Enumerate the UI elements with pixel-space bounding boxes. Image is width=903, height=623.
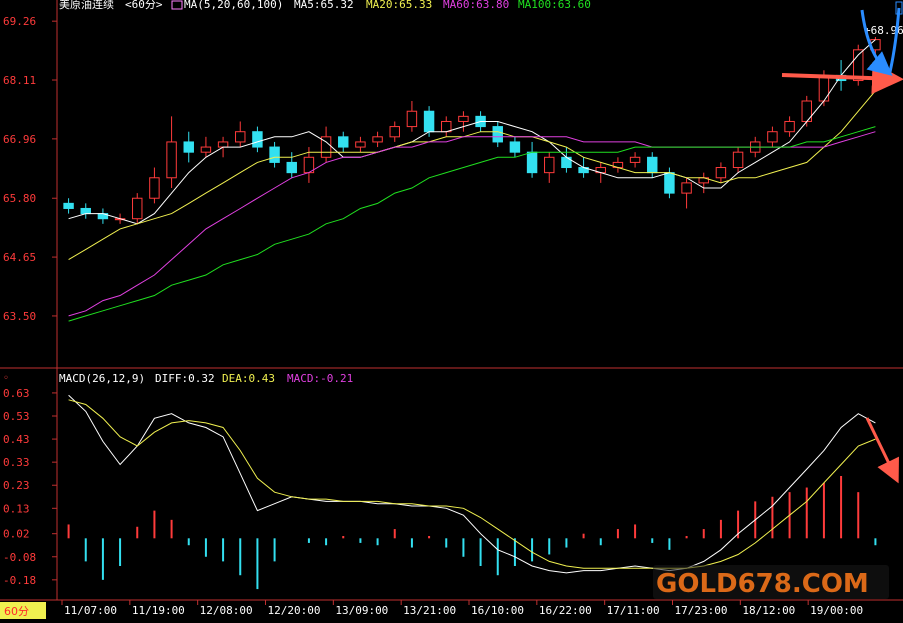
price-y-tick-label: 66.96 — [3, 133, 36, 146]
candle-body[interactable] — [269, 146, 280, 163]
candle-body[interactable] — [664, 172, 675, 194]
macd-y-tick-label: 0.63 — [3, 387, 30, 400]
candle-body[interactable] — [492, 126, 503, 143]
candle-body[interactable] — [355, 141, 366, 148]
watermark-logo: GOLD678.COM — [653, 565, 889, 599]
x-tick-label: 11/19:00 — [132, 604, 185, 617]
candle-body[interactable] — [63, 202, 74, 209]
macd-label: MACD(26,12,9) — [59, 372, 145, 385]
macd-settings-icon[interactable]: ◦ — [3, 373, 9, 384]
ma-settings-icon[interactable] — [171, 0, 183, 10]
candle-body[interactable] — [423, 110, 435, 133]
candle-body[interactable] — [681, 182, 692, 194]
candle-body[interactable] — [149, 177, 160, 199]
candle-body[interactable] — [715, 167, 727, 179]
price-y-tick-label: 64.65 — [3, 251, 36, 264]
candle-body[interactable] — [509, 141, 521, 153]
price-y-tick-label: 65.80 — [3, 192, 36, 205]
candle-body[interactable] — [166, 141, 177, 179]
ma100-value: MA100:63.60 — [518, 0, 591, 11]
candlestick-series[interactable] — [63, 34, 881, 224]
candle-body[interactable] — [784, 120, 795, 133]
ma20-value: MA20:65.33 — [366, 0, 432, 11]
annotation-macd-down-arrow — [865, 417, 899, 484]
period-label: <60分> — [125, 0, 163, 11]
candle-body[interactable] — [441, 120, 452, 133]
period-badge-label: 60分 — [4, 605, 29, 618]
ma-line-ma60 — [68, 131, 876, 317]
x-tick-label: 12/20:00 — [268, 604, 321, 617]
chart-canvas[interactable]: 美原油连续 <60分> MA(5,20,60,100) MA5:65.32 MA… — [0, 0, 903, 619]
candle-body[interactable] — [235, 131, 246, 143]
candle-body[interactable] — [389, 126, 400, 138]
macd-y-tick-label: -0.08 — [3, 551, 36, 564]
candle-body[interactable] — [629, 156, 641, 163]
macd-y-tick-label: 0.23 — [3, 479, 30, 492]
price-y-axis: 69.26 68.11 66.96 65.80 64.65 63.50 — [3, 15, 57, 323]
watermark-text: GOLD678.COM — [656, 569, 869, 599]
x-tick-label: 16/22:00 — [539, 604, 592, 617]
x-tick-label: 19/00:00 — [810, 604, 863, 617]
x-tick-label: 13/09:00 — [335, 604, 388, 617]
stock-chart-window: 美原油连续 <60分> MA(5,20,60,100) MA5:65.32 MA… — [0, 0, 903, 619]
candle-body[interactable] — [818, 74, 830, 102]
price-y-tick-label: 68.11 — [3, 74, 36, 87]
candle-body[interactable] — [544, 156, 555, 174]
macd-y-axis: 0.63 0.53 0.43 0.33 0.23 0.13 0.02 -0.08 -0.18 — [3, 387, 57, 587]
macd-hist-value: MACD:-0.21 — [287, 372, 353, 385]
candle-body[interactable] — [406, 110, 418, 128]
candle-body[interactable] — [338, 136, 349, 148]
ma-line-ma5 — [68, 39, 876, 225]
x-axis: 11/07:00 11/19:00 12/08:00 12/20:00 13/09:00… — [61, 600, 863, 617]
macd-dea-value: DEA:0.43 — [222, 372, 275, 385]
x-tick-label: 17/11:00 — [607, 604, 660, 617]
price-y-tick-label: 69.26 — [3, 15, 36, 28]
x-tick-label: 11/07:00 — [64, 604, 117, 617]
candle-body[interactable] — [526, 151, 538, 174]
candle-body[interactable] — [647, 156, 658, 174]
ma-line-ma20 — [68, 90, 876, 261]
candle-body[interactable] — [252, 131, 263, 148]
candle-body[interactable] — [217, 141, 229, 148]
candle-body[interactable] — [200, 146, 212, 153]
moving-average-lines — [68, 39, 876, 322]
candle-body[interactable] — [183, 141, 194, 153]
candle-body[interactable] — [286, 161, 297, 174]
macd-diff-value: DIFF:0.32 — [155, 372, 215, 385]
ma5-value: MA5:65.32 — [294, 0, 354, 11]
x-tick-label: 12/08:00 — [200, 604, 253, 617]
x-tick-label: 18/12:00 — [742, 604, 795, 617]
x-tick-label: 17/23:00 — [675, 604, 728, 617]
macd-y-tick-label: 0.02 — [3, 528, 30, 541]
macd-y-tick-label: 0.13 — [3, 502, 30, 515]
annotation-down-arrow-right — [888, 7, 901, 73]
ma-line-ma100 — [68, 126, 876, 322]
candle-body[interactable] — [372, 136, 383, 143]
candle-body[interactable] — [458, 115, 469, 122]
macd-line-diff — [68, 394, 876, 574]
candle-body[interactable] — [767, 131, 778, 143]
candle-body[interactable] — [80, 207, 91, 215]
instrument-name: 美原油连续 — [59, 0, 114, 11]
price-y-tick-label: 63.50 — [3, 310, 36, 323]
macd-lines — [68, 394, 876, 574]
macd-y-tick-label: 0.43 — [3, 433, 30, 446]
macd-y-tick-label: 0.33 — [3, 456, 30, 469]
macd-y-tick-label: -0.18 — [3, 574, 36, 587]
candle-body[interactable] — [732, 151, 744, 169]
ma-label: MA(5,20,60,100) — [184, 0, 283, 11]
macd-y-tick-label: 0.53 — [3, 410, 30, 423]
x-tick-label: 16/10:00 — [471, 604, 524, 617]
ma60-value: MA60:63.80 — [443, 0, 509, 11]
candle-body[interactable] — [801, 100, 812, 122]
x-tick-label: 13/21:00 — [403, 604, 456, 617]
annotation-resistance-arrow — [781, 62, 903, 95]
candle-body[interactable] — [132, 197, 143, 220]
